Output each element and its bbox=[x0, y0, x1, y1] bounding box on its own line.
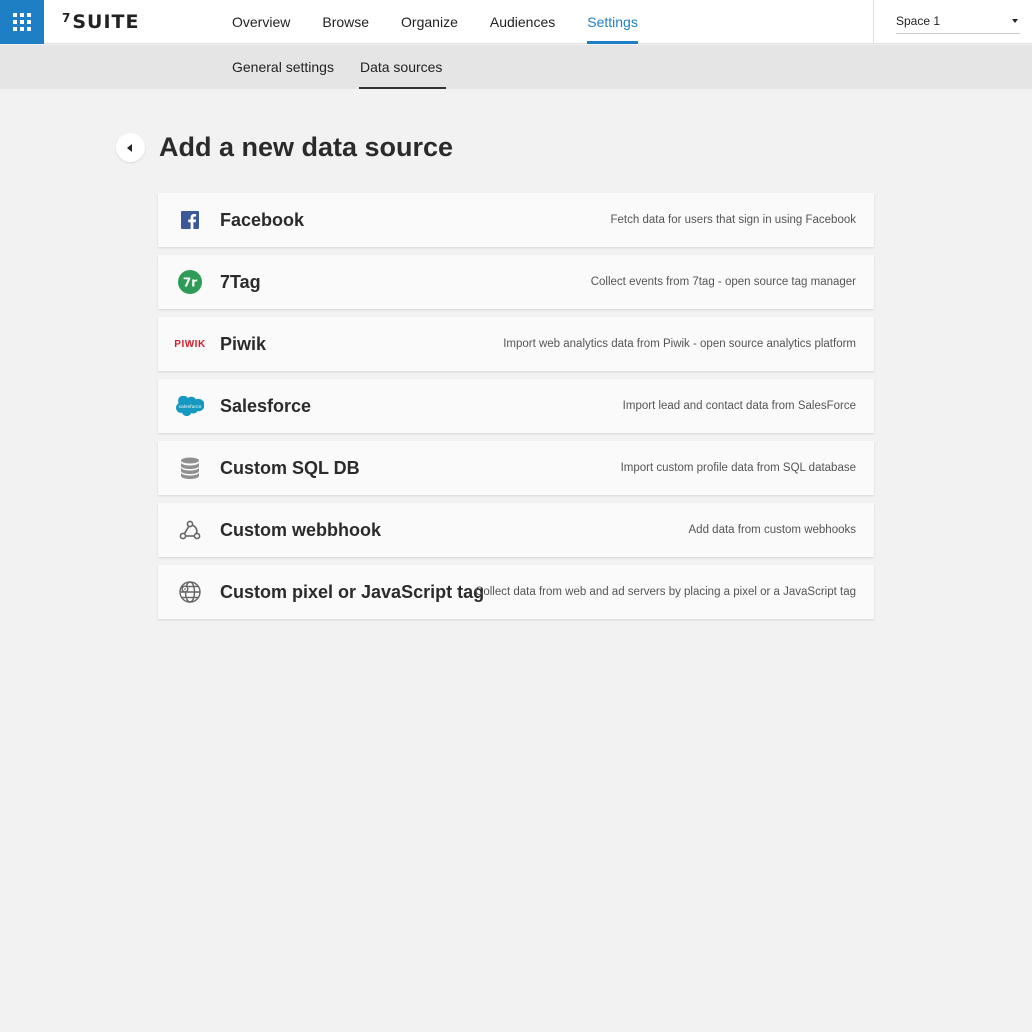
nav-browse[interactable]: Browse bbox=[322, 0, 369, 44]
space-selector-area: Space 1 bbox=[873, 0, 1032, 44]
source-facebook[interactable]: Facebook Fetch data for users that sign … bbox=[158, 193, 874, 247]
source-name: 7Tag bbox=[220, 272, 261, 292]
source-name: Piwik bbox=[220, 334, 267, 354]
source-name: Salesforce bbox=[220, 396, 312, 416]
salesforce-icon: salesforce bbox=[174, 392, 206, 420]
logo-mark: 7 bbox=[62, 11, 72, 25]
top-navigation-bar: 7SUITE Overview Browse Organize Audience… bbox=[0, 0, 1032, 44]
globe-pin-icon bbox=[174, 578, 206, 606]
source-description: Import custom profile data from SQL data… bbox=[620, 462, 856, 474]
nav-settings[interactable]: Settings bbox=[587, 0, 638, 44]
tab-data-sources[interactable]: Data sources bbox=[358, 45, 447, 89]
facebook-icon bbox=[174, 206, 206, 234]
piwik-logo-icon: PIWIK bbox=[174, 330, 206, 358]
nav-overview[interactable]: Overview bbox=[232, 0, 290, 44]
grid-icon bbox=[13, 13, 31, 31]
main-nav: Overview Browse Organize Audiences Setti… bbox=[232, 0, 670, 44]
source-description: Add data from custom webhooks bbox=[688, 524, 856, 536]
source-name: Facebook bbox=[220, 210, 305, 230]
svg-text:salesforce: salesforce bbox=[179, 404, 202, 410]
source-salesforce[interactable]: salesforce Salesforce Import lead and co… bbox=[158, 379, 874, 433]
piwik-logo-text: PIWIK bbox=[174, 338, 206, 350]
tab-general-settings[interactable]: General settings bbox=[232, 45, 334, 89]
source-description: Collect events from 7tag - open source t… bbox=[590, 276, 856, 288]
page-title: Add a new data source bbox=[159, 132, 454, 162]
source-description: Collect data from web and ad servers by … bbox=[475, 586, 856, 598]
apps-menu-button[interactable] bbox=[0, 0, 44, 44]
source-custom-sql-db[interactable]: Custom SQL DB Import custom profile data… bbox=[158, 441, 874, 495]
source-custom-pixel-js-tag[interactable]: Custom pixel or JavaScript tag Collect d… bbox=[158, 565, 874, 619]
space-select-value: Space 1 bbox=[896, 14, 941, 28]
source-name: Custom webbhook bbox=[220, 520, 381, 540]
database-icon bbox=[174, 454, 206, 482]
source-name: Custom SQL DB bbox=[220, 458, 360, 478]
app-logo[interactable]: 7SUITE bbox=[62, 10, 139, 34]
7tag-icon: 7r bbox=[174, 268, 206, 296]
logo-text: SUITE bbox=[72, 11, 140, 33]
data-source-list: Facebook Fetch data for users that sign … bbox=[158, 193, 874, 627]
source-description: Import web analytics data from Piwik - o… bbox=[503, 338, 856, 350]
source-description: Import lead and contact data from SalesF… bbox=[622, 400, 856, 412]
source-piwik[interactable]: PIWIK Piwik Import web analytics data fr… bbox=[158, 317, 874, 371]
source-7tag[interactable]: 7r 7Tag Collect events from 7tag - open … bbox=[158, 255, 874, 309]
source-name: Custom pixel or JavaScript tag bbox=[220, 582, 485, 602]
settings-subnav: General settings Data sources bbox=[232, 45, 468, 89]
caret-down-icon bbox=[1012, 19, 1018, 23]
source-description: Fetch data for users that sign in using … bbox=[610, 214, 856, 226]
svg-text:7r: 7r bbox=[183, 276, 197, 290]
back-button[interactable] bbox=[116, 133, 145, 162]
back-arrow-icon bbox=[127, 143, 132, 152]
nav-organize[interactable]: Organize bbox=[401, 0, 458, 44]
nav-audiences[interactable]: Audiences bbox=[490, 0, 555, 44]
settings-subnav-bar: General settings Data sources bbox=[0, 45, 1032, 89]
space-select[interactable]: Space 1 bbox=[896, 10, 1020, 34]
webhook-icon bbox=[174, 516, 206, 544]
source-custom-webhook[interactable]: Custom webbhook Add data from custom web… bbox=[158, 503, 874, 557]
